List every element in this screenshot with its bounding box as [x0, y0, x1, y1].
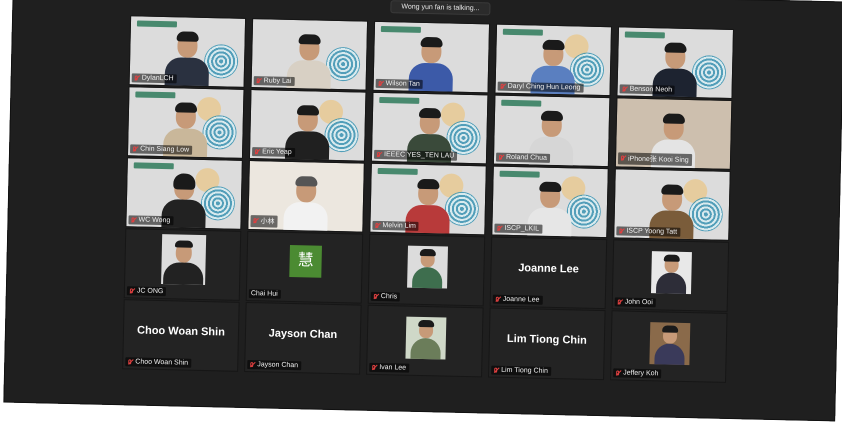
zoom-gallery-window: Wong yun fan is talking... DylanLCH Ruby…: [3, 0, 842, 422]
participant-name: Wilson Tan: [385, 80, 420, 88]
participant-name: Jayson Chan: [257, 361, 299, 370]
muted-mic-icon: [620, 155, 626, 161]
participant-tile[interactable]: Roland Chua: [492, 94, 611, 168]
participant-display-name: Lim Tiong Chin: [506, 332, 587, 347]
participant-name: IEEEC YES_TEN LAU: [383, 151, 455, 160]
participant-tile[interactable]: Daryl Ching Hun Leong: [494, 23, 613, 97]
participant-name: Chris: [380, 293, 398, 301]
participant-tile[interactable]: Chin Siang Low: [126, 86, 245, 159]
participant-display-name: Jayson Chan: [268, 327, 338, 342]
muted-mic-icon: [617, 299, 623, 305]
participant-name: ISCP Yoong Tatt: [626, 227, 678, 236]
participant-name: John Ooi: [624, 298, 653, 307]
muted-mic-icon: [500, 83, 506, 89]
muted-mic-icon: [378, 80, 384, 86]
muted-mic-icon: [134, 75, 140, 81]
participant-name: Jeffery Koh: [623, 369, 659, 378]
participant-name: Choo Woan Shin: [135, 358, 189, 367]
participant-name: Chin Siang Low: [140, 145, 190, 154]
muted-mic-icon: [496, 225, 502, 231]
muted-mic-icon: [615, 370, 621, 376]
muted-mic-icon: [493, 367, 499, 373]
participant-tile[interactable]: Eric Yeap: [248, 89, 367, 162]
participant-tile[interactable]: Choo Woan Shin Choo Woan Shin: [122, 299, 240, 372]
participant-name: Lim Tiong Chin: [501, 366, 548, 375]
participant-tile[interactable]: Joanne Lee Joanne Lee: [489, 236, 608, 310]
participant-tile[interactable]: JC ONG: [123, 228, 242, 301]
muted-mic-icon: [132, 146, 138, 152]
participant-tile[interactable]: Melvin Lim: [369, 162, 487, 236]
participant-name: Roland Chua: [505, 153, 547, 162]
participant-tile[interactable]: Wilson Tan: [372, 20, 491, 94]
participant-tile[interactable]: Ruby Lai: [250, 18, 369, 91]
participant-name: Ivan Lee: [379, 364, 407, 372]
participant-name: WC Wong: [138, 216, 171, 225]
participant-name: Eric Yeap: [262, 148, 292, 156]
participant-display-name: Choo Woan Shin: [136, 324, 226, 339]
participant-tile[interactable]: 慧 Chai Hui: [245, 230, 364, 304]
participant-name: Joanne Lee: [502, 295, 540, 304]
participant-tile[interactable]: IEEEC YES_TEN LAU: [370, 91, 489, 165]
muted-mic-icon: [249, 362, 255, 368]
muted-mic-icon: [127, 359, 133, 365]
participant-grid: DylanLCH Ruby Lai Wilson Tan Daryl Ching…: [3, 0, 842, 421]
participant-name: ISCP_LKIL: [504, 224, 540, 233]
muted-mic-icon: [374, 222, 380, 228]
participant-name: Melvin Lim: [382, 222, 416, 230]
participant-name: Chai Hui: [250, 290, 278, 298]
participant-tile[interactable]: John Ooi: [611, 239, 730, 312]
muted-mic-icon: [376, 151, 382, 157]
participant-tile[interactable]: Lim Tiong Chin Lim Tiong Chin: [488, 307, 606, 381]
participant-name: DylanLCH: [141, 74, 174, 83]
participant-tile[interactable]: ISCP Yoong Tatt: [613, 168, 731, 241]
muted-mic-icon: [371, 364, 377, 370]
muted-mic-icon: [254, 149, 260, 155]
participant-tile[interactable]: Jayson Chan Jayson Chan: [244, 301, 362, 375]
muted-mic-icon: [495, 296, 501, 302]
muted-mic-icon: [618, 228, 624, 234]
muted-mic-icon: [622, 86, 628, 92]
participant-tile[interactable]: Chris: [367, 233, 486, 307]
participant-name: iPhone张 Kooi Sing: [627, 155, 689, 164]
participant-name: 小林: [260, 218, 275, 226]
participant-tile[interactable]: 小林: [247, 160, 365, 233]
muted-mic-icon: [256, 78, 262, 84]
muted-mic-icon: [252, 218, 258, 224]
participant-tile[interactable]: iPhone张 Kooi Sing: [614, 97, 733, 170]
participant-tile[interactable]: Jeffery Koh: [610, 310, 728, 383]
muted-mic-icon: [498, 154, 504, 160]
muted-mic-icon: [130, 217, 136, 223]
participant-name: Ruby Lai: [263, 77, 292, 85]
participant-tile[interactable]: ISCP_LKIL: [491, 165, 609, 239]
participant-name: JC ONG: [136, 287, 164, 296]
participant-name: Daryl Ching Hun Leong: [507, 82, 581, 92]
participant-tile[interactable]: DylanLCH: [128, 15, 247, 88]
participant-name: Benson Neoh: [629, 85, 673, 94]
avatar: 慧: [289, 244, 322, 278]
participant-display-name: Joanne Lee: [518, 262, 579, 276]
participant-tile[interactable]: WC Wong: [125, 157, 243, 230]
muted-mic-icon: [373, 293, 379, 299]
participant-tile[interactable]: Ivan Lee: [366, 304, 484, 378]
participant-tile[interactable]: Benson Neoh: [616, 26, 735, 99]
muted-mic-icon: [129, 288, 135, 294]
